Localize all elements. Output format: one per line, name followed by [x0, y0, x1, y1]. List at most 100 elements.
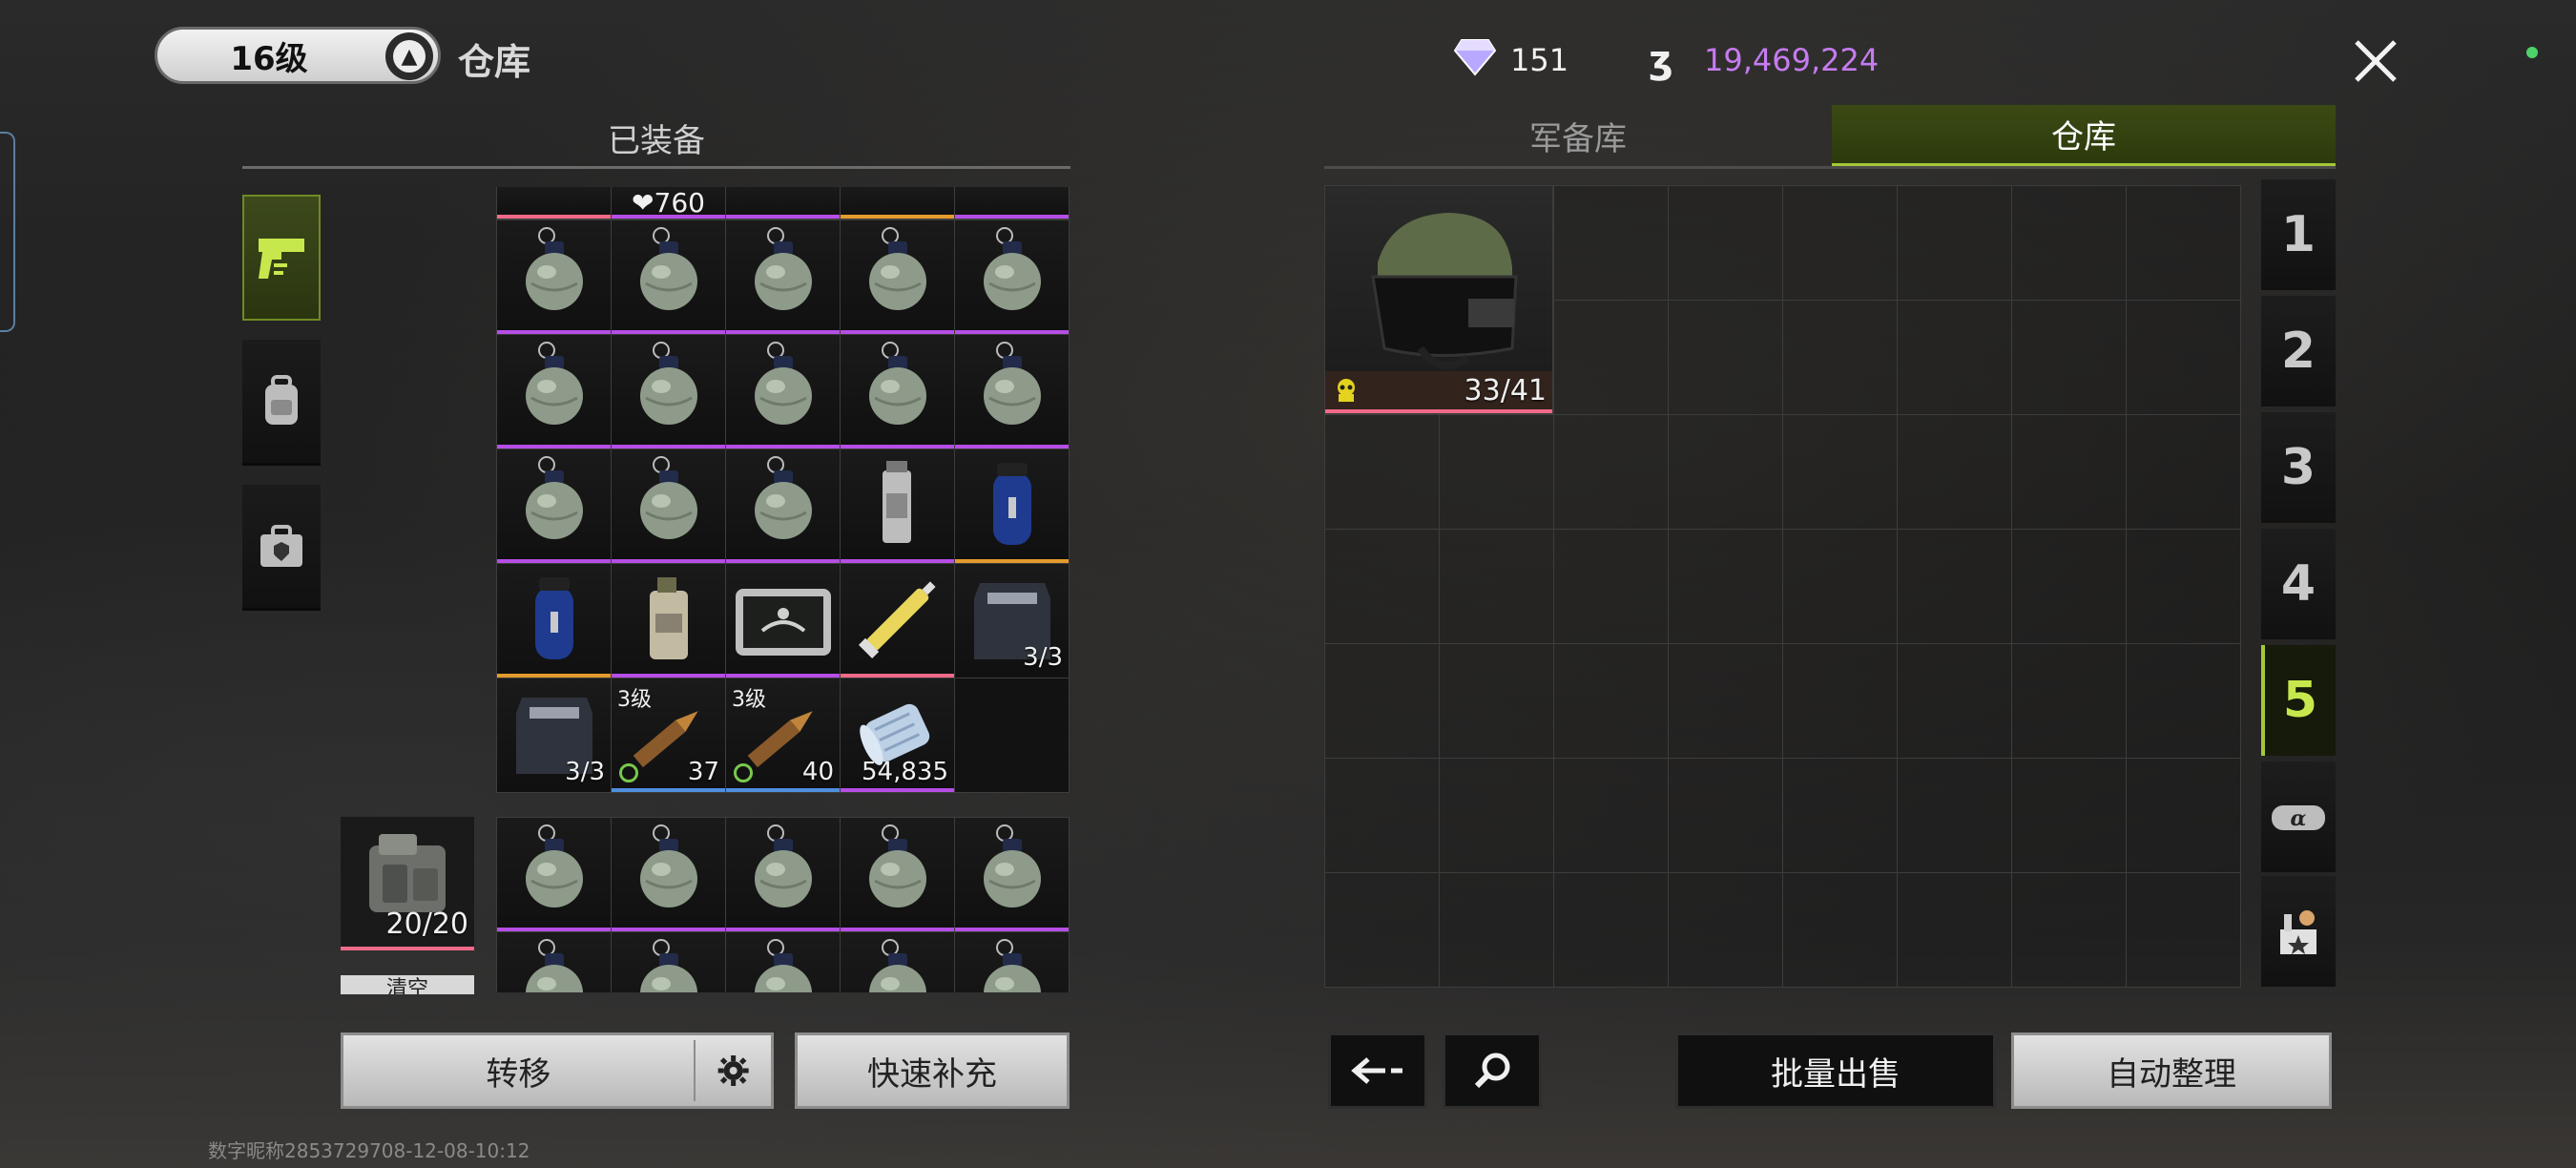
warehouse-slot[interactable]	[1325, 644, 1440, 759]
warehouse-slot[interactable]	[2012, 301, 2127, 415]
warehouse-slot[interactable]	[1325, 873, 1440, 988]
ammo-box-slot[interactable]: 20/20	[341, 817, 474, 950]
warehouse-slot[interactable]	[2127, 873, 2241, 988]
warehouse-slot[interactable]	[1898, 186, 2012, 301]
tab-page-4[interactable]: 4	[2261, 529, 2336, 639]
warehouse-slot[interactable]	[2127, 530, 2241, 644]
warehouse-slot[interactable]	[1669, 301, 1783, 415]
inventory-item[interactable]	[612, 818, 726, 932]
inventory-item[interactable]	[955, 220, 1070, 335]
inventory-item[interactable]	[612, 335, 726, 449]
inventory-item[interactable]	[726, 932, 841, 992]
warehouse-slot[interactable]	[1440, 530, 1554, 644]
inventory-item[interactable]: 3/3	[955, 564, 1070, 678]
tab-armory[interactable]: 军备库	[1324, 105, 1832, 166]
warehouse-slot[interactable]	[2012, 186, 2127, 301]
warehouse-slot[interactable]	[2012, 415, 2127, 530]
inventory-item[interactable]	[955, 818, 1070, 932]
warehouse-slot[interactable]	[2127, 644, 2241, 759]
quick-refill-button[interactable]: 快速补充	[795, 1032, 1070, 1109]
tab-vest[interactable]	[242, 485, 321, 611]
inventory-item[interactable]	[612, 932, 726, 992]
warehouse-slot[interactable]	[1554, 301, 1669, 415]
warehouse-slot[interactable]	[1783, 644, 1898, 759]
warehouse-slot[interactable]	[1554, 415, 1669, 530]
inventory-item[interactable]	[726, 220, 841, 335]
warehouse-slot[interactable]	[1898, 644, 2012, 759]
warehouse-slot[interactable]	[2012, 873, 2127, 988]
warehouse-slot[interactable]	[2127, 186, 2241, 301]
warehouse-slot[interactable]	[1440, 644, 1554, 759]
warehouse-slot[interactable]	[1325, 530, 1440, 644]
warehouse-slot[interactable]	[1783, 301, 1898, 415]
warehouse-slot[interactable]	[1898, 873, 2012, 988]
inventory-item[interactable]	[841, 335, 955, 449]
inventory-item[interactable]	[612, 449, 726, 564]
tab-backpack[interactable]	[242, 340, 321, 466]
clear-button[interactable]: 清空	[341, 975, 474, 994]
warehouse-slot[interactable]	[1783, 186, 1898, 301]
warehouse-slot[interactable]	[1554, 759, 1669, 873]
inventory-item[interactable]	[841, 932, 955, 992]
tab-alpha-container[interactable]: α	[2261, 761, 2336, 872]
warehouse-slot[interactable]	[1440, 873, 1554, 988]
inventory-item[interactable]	[726, 449, 841, 564]
inventory-item[interactable]	[726, 818, 841, 932]
warehouse-slot[interactable]	[1440, 759, 1554, 873]
warehouse-slot[interactable]	[1669, 759, 1783, 873]
bulk-sell-button[interactable]: 批量出售	[1675, 1032, 1996, 1109]
side-drawer-handle[interactable]	[0, 132, 15, 332]
warehouse-slot[interactable]	[1783, 415, 1898, 530]
inventory-item[interactable]	[726, 187, 841, 219]
warehouse-slot[interactable]	[1898, 530, 2012, 644]
auto-sort-button[interactable]: 自动整理	[2011, 1032, 2332, 1109]
inventory-item[interactable]	[841, 818, 955, 932]
inventory-item[interactable]	[612, 564, 726, 678]
helmet-item[interactable]: 33/41	[1324, 185, 1553, 414]
inventory-item[interactable]	[726, 564, 841, 678]
inventory-item[interactable]	[612, 220, 726, 335]
tab-page-5[interactable]: 5	[2261, 645, 2336, 756]
warehouse-slot[interactable]	[2127, 759, 2241, 873]
inventory-item[interactable]	[841, 449, 955, 564]
warehouse-slot[interactable]	[1325, 759, 1440, 873]
inventory-item[interactable]	[955, 335, 1070, 449]
warehouse-slot[interactable]	[2127, 301, 2241, 415]
inventory-item[interactable]	[726, 335, 841, 449]
warehouse-slot[interactable]	[1669, 644, 1783, 759]
warehouse-slot[interactable]	[1783, 873, 1898, 988]
tab-page-1[interactable]: 1	[2261, 179, 2336, 290]
inventory-item[interactable]	[841, 564, 955, 678]
inventory-item[interactable]	[497, 449, 612, 564]
warehouse-slot[interactable]	[1669, 415, 1783, 530]
inventory-item[interactable]	[955, 449, 1070, 564]
inventory-item[interactable]	[841, 187, 955, 219]
warehouse-slot[interactable]	[1554, 873, 1669, 988]
warehouse-slot[interactable]	[2127, 415, 2241, 530]
inventory-item[interactable]: 3/3	[497, 678, 612, 793]
warehouse-slot[interactable]	[1898, 301, 2012, 415]
tab-collection[interactable]	[2261, 876, 2336, 987]
warehouse-slot[interactable]	[1669, 530, 1783, 644]
warehouse-slot[interactable]	[1669, 186, 1783, 301]
warehouse-slot[interactable]	[1898, 415, 2012, 530]
warehouse-slot[interactable]	[1669, 873, 1783, 988]
tab-weapons[interactable]	[242, 195, 321, 321]
back-arrow-button[interactable]	[1328, 1032, 1427, 1109]
search-button[interactable]	[1443, 1032, 1542, 1109]
inventory-item[interactable]	[497, 932, 612, 992]
inventory-item[interactable]	[497, 187, 612, 219]
tab-page-2[interactable]: 2	[2261, 296, 2336, 407]
inventory-item[interactable]	[497, 335, 612, 449]
empty-slot[interactable]	[955, 678, 1070, 793]
inventory-item[interactable]	[955, 932, 1070, 992]
warehouse-slot[interactable]	[1783, 530, 1898, 644]
close-button[interactable]	[2343, 29, 2408, 94]
warehouse-slot[interactable]	[1325, 415, 1440, 530]
inventory-item[interactable]: 3级 37	[612, 678, 726, 793]
warehouse-slot[interactable]	[1554, 644, 1669, 759]
transfer-button[interactable]: 转移	[341, 1032, 774, 1109]
warehouse-slot[interactable]	[2012, 530, 2127, 644]
warehouse-slot[interactable]	[1440, 415, 1554, 530]
warehouse-slot[interactable]	[1554, 530, 1669, 644]
